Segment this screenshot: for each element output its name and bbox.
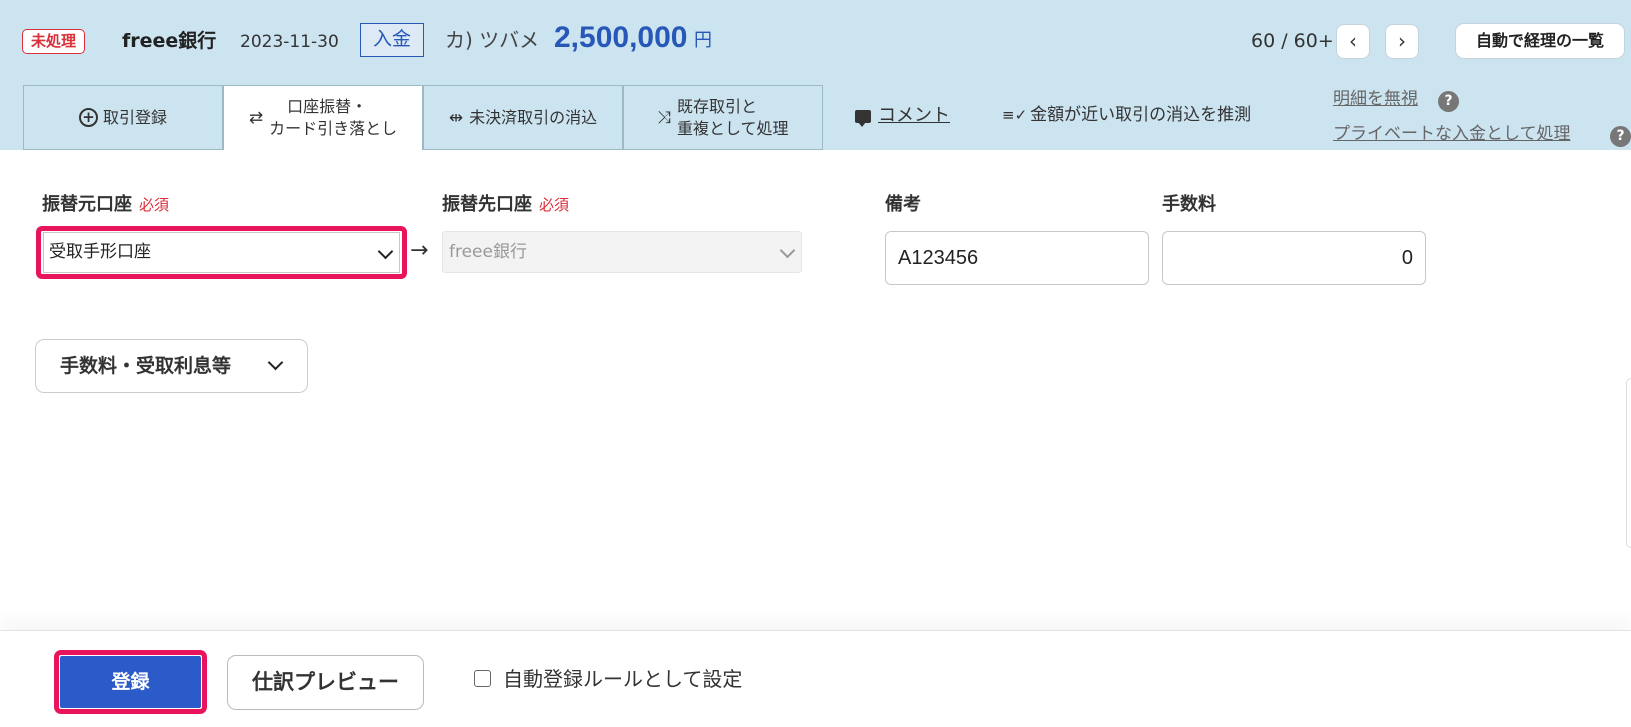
currency-unit: 円 — [694, 30, 712, 51]
tab-register-transaction[interactable]: + 取引登録 — [23, 85, 223, 150]
pager-count: 60 / 60+ — [1251, 30, 1334, 52]
help-icon[interactable]: ? — [1610, 126, 1631, 147]
auto-rule-checkbox[interactable] — [474, 670, 491, 687]
memo-label: 備考 — [885, 194, 921, 215]
required-badge: 必須 — [539, 196, 570, 214]
tab-label-line1: 口座振替・ — [287, 97, 368, 116]
guess-reconcile-link[interactable]: ≡✓ 金額が近い取引の消込を推測 — [1002, 103, 1251, 127]
to-account-label: 振替先口座 必須 — [442, 194, 570, 215]
list-check-icon: ≡✓ — [1002, 106, 1028, 124]
tab-label-line2: カード引き落とし — [269, 119, 398, 138]
to-account-select: freee銀行 — [442, 231, 802, 273]
comment-link[interactable]: コメント — [855, 104, 950, 128]
transaction-date: 2023-11-30 — [240, 32, 339, 52]
partner-name: カ) ツバメ — [445, 28, 540, 52]
transfer-arrows-icon: ⇄ — [248, 108, 264, 128]
help-icon[interactable]: ? — [1438, 91, 1459, 112]
fee-label: 手数料 — [1162, 194, 1216, 215]
tab-label-line2: 重複として処理 — [677, 118, 789, 138]
fee-input[interactable]: 0 — [1162, 231, 1426, 285]
chevron-down-icon — [377, 243, 394, 260]
fee-interest-accordion[interactable]: 手数料・受取利息等 — [35, 339, 308, 393]
transaction-amount: 2,500,000 — [554, 21, 688, 54]
chevron-down-icon — [779, 242, 796, 259]
ignore-statement-link[interactable]: 明細を無視 — [1333, 87, 1418, 111]
memo-input[interactable]: A123456 — [885, 231, 1149, 285]
tab-label-line1: 既存取引と — [677, 96, 758, 116]
chevron-down-icon — [267, 354, 284, 371]
status-badge: 未処理 — [22, 29, 86, 54]
reconcile-icon: ⇹ — [448, 107, 464, 128]
comment-link-label: コメント — [878, 105, 950, 126]
merge-icon: ⤨ — [657, 107, 672, 128]
tab-unsettled-reconcile[interactable]: ⇹ 未決済取引の消込 — [423, 85, 623, 150]
register-button[interactable]: 登録 — [60, 656, 201, 708]
plus-circle-icon: + — [78, 108, 98, 127]
tab-account-transfer[interactable]: ⇄ 口座振替・ カード引き落とし — [223, 85, 423, 150]
comment-icon — [855, 109, 871, 127]
scrollbar[interactable] — [1626, 378, 1631, 548]
required-badge: 必須 — [139, 196, 170, 214]
from-account-label: 振替元口座 必須 — [42, 194, 170, 215]
journal-preview-button[interactable]: 仕訳プレビュー — [227, 655, 424, 710]
deposit-type-badge: 入金 — [360, 23, 424, 57]
auto-rule-label[interactable]: 自動登録ルールとして設定 — [503, 666, 742, 692]
private-deposit-link[interactable]: プライベートな入金として処理 — [1333, 122, 1571, 146]
tab-label: 取引登録 — [102, 107, 167, 127]
bank-name: freee銀行 — [122, 30, 217, 52]
transaction-header: 未処理 freee銀行 2023-11-30 入金 カ) ツバメ 2,500,0… — [0, 0, 1631, 150]
next-button[interactable]: › — [1385, 24, 1419, 59]
prev-button[interactable]: ‹ — [1336, 24, 1370, 59]
auto-accounting-list-button[interactable]: 自動で経理の一覧 — [1455, 23, 1625, 59]
arrow-right-icon: → — [410, 238, 429, 263]
tab-duplicate-existing[interactable]: ⤨ 既存取引と 重複として処理 — [623, 85, 823, 150]
from-account-select[interactable]: 受取手形口座 — [43, 232, 400, 273]
tab-label: 未決済取引の消込 — [469, 107, 598, 127]
